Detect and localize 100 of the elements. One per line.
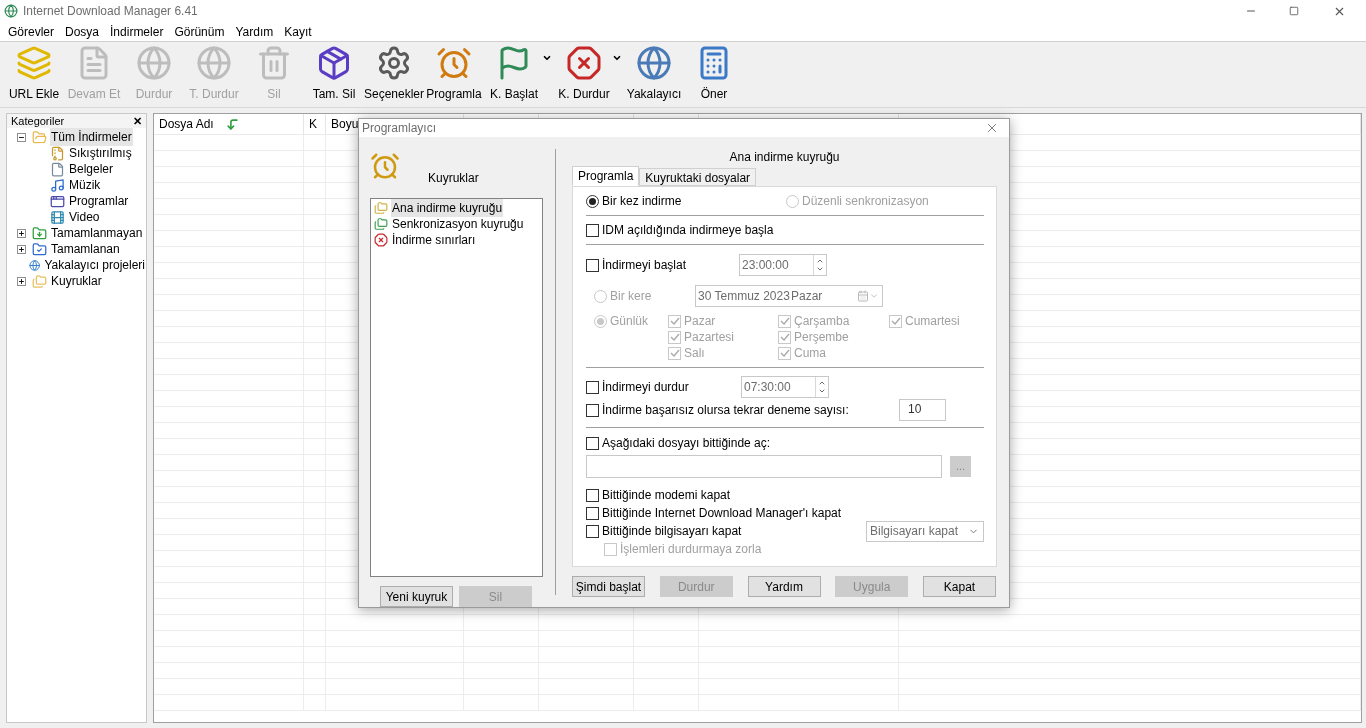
trash-icon xyxy=(256,45,292,81)
film-icon xyxy=(50,209,65,225)
column-header[interactable]: Dosya Adı xyxy=(159,115,214,133)
queue-heading: Ana indirme kuyruğu xyxy=(729,149,840,164)
globe-icon xyxy=(196,45,232,81)
folders-icon xyxy=(374,201,388,215)
archive-icon xyxy=(50,145,65,161)
tree-toggle[interactable] xyxy=(17,228,26,238)
dialog-title: Programlayıcı xyxy=(362,120,437,137)
menu-item[interactable]: Görevler xyxy=(8,22,54,41)
tree-item[interactable]: Tamamlanan xyxy=(50,240,121,258)
folders-icon xyxy=(374,217,388,231)
toolbar-button[interactable]: Programla xyxy=(424,45,484,103)
window-icon xyxy=(50,193,65,209)
toolbar-button[interactable]: URL Ekle xyxy=(4,45,64,103)
queues-heading: Kuyruklar xyxy=(428,170,479,187)
app-logo-icon xyxy=(4,4,18,18)
box-icon xyxy=(316,45,352,81)
checkbox[interactable]: Bittiğinde modemi kapat xyxy=(586,486,731,504)
tree-item[interactable]: Müzik xyxy=(68,176,102,194)
check-mark-icon xyxy=(779,316,790,326)
stacked-sheets-icon xyxy=(16,45,52,81)
check-mark-icon xyxy=(779,348,790,358)
checkbox[interactable]: Bittiğinde bilgisayarı kapat xyxy=(586,522,742,540)
dialog-button[interactable]: Şimdi başlat xyxy=(572,576,645,597)
queue-item[interactable]: İndirme sınırları xyxy=(391,231,477,249)
gear-icon xyxy=(376,45,412,81)
close-icon[interactable] xyxy=(985,121,999,135)
check-mark-icon xyxy=(669,316,680,326)
tree-item[interactable]: Yakalayıcı projeleri xyxy=(43,256,146,274)
plus-icon xyxy=(18,229,25,237)
toolbar-button[interactable]: Tam. Sil xyxy=(304,45,364,103)
radio-button[interactable]: Bir kez indirme xyxy=(586,193,786,209)
tree-item[interactable]: Kuyruklar xyxy=(50,272,103,290)
restore-icon[interactable] xyxy=(1289,6,1299,16)
folders-icon xyxy=(32,273,47,289)
checkbox[interactable]: Aşağıdaki dosyayı bittiğinde aç: xyxy=(586,434,996,452)
column-header[interactable]: Boyu xyxy=(331,115,359,133)
file-path-field[interactable] xyxy=(586,455,942,478)
shutdown-dropdown[interactable]: Bilgisayarı kapat xyxy=(866,520,984,542)
menu-item[interactable]: Kayıt xyxy=(284,22,312,41)
tree-item[interactable]: Tamamlanmayan xyxy=(50,224,144,242)
dialog-button[interactable]: Yardım xyxy=(747,576,821,597)
time-field[interactable]: 23:00:00 xyxy=(739,254,827,276)
toolbar-button[interactable]: Seçenekler xyxy=(364,45,424,103)
tree-toggle[interactable] xyxy=(17,276,26,286)
menu-item[interactable]: Yardım xyxy=(235,22,274,41)
toolbar-button[interactable]: K. Durdur xyxy=(554,45,614,103)
tree-toggle[interactable] xyxy=(17,132,26,142)
time-field[interactable]: 07:30:00 xyxy=(741,376,829,398)
toolbar-button[interactable]: Yakalayıcı xyxy=(624,45,684,103)
tree-toggle[interactable] xyxy=(17,244,26,254)
alarm-clock-icon xyxy=(436,45,472,81)
folder-icon xyxy=(32,225,47,241)
menu-item[interactable]: Dosya xyxy=(65,22,100,41)
sort-arrow-icon[interactable] xyxy=(225,117,239,131)
spin-up-icon[interactable] xyxy=(818,379,826,387)
tree-item[interactable]: Video xyxy=(68,208,101,226)
toolbar-button[interactable]: K. Başlat xyxy=(484,45,544,103)
checkbox[interactable]: İndirmeyi başlat xyxy=(586,256,739,274)
stop-sign-icon xyxy=(374,233,388,247)
queue-item[interactable]: Ana indirme kuyruğu xyxy=(391,199,504,217)
check-mark-icon xyxy=(669,332,680,342)
plus-icon xyxy=(18,277,25,285)
tab[interactable]: Programla xyxy=(572,166,640,186)
checkbox[interactable]: Bittiğinde Internet Download Manager'ı kapat xyxy=(586,504,842,522)
music-note-icon xyxy=(50,177,65,193)
spin-down-icon[interactable] xyxy=(816,265,824,273)
tree-item[interactable]: Tüm İndirmeler xyxy=(50,128,133,146)
checkbox[interactable]: İndirmeyi durdur xyxy=(586,378,741,396)
tree-item[interactable]: Sıkıştırılmış xyxy=(68,144,133,162)
panel-title: Kategoriler xyxy=(11,113,65,129)
caret-icon[interactable] xyxy=(612,53,622,63)
dialog-button[interactable]: Yeni kuyruk xyxy=(380,586,453,607)
caret-icon[interactable] xyxy=(542,53,552,63)
dialog-button[interactable]: Kapat xyxy=(923,576,996,597)
alarm-clock-icon xyxy=(370,151,400,181)
window-title: Internet Download Manager 6.41 xyxy=(23,3,199,20)
plus-icon xyxy=(18,245,25,253)
check-mark-icon xyxy=(890,316,901,326)
globe-icon xyxy=(636,45,672,81)
checkbox[interactable]: IDM açıldığında indirmeye başla xyxy=(586,222,996,238)
checkbox[interactable]: İndirme başarısız olursa tekrar deneme sayısı: xyxy=(586,401,899,419)
toolbar-button[interactable]: Öner xyxy=(684,45,744,103)
check-mark-icon xyxy=(779,332,790,342)
menu-item[interactable]: Görünüm xyxy=(174,22,225,41)
column-header[interactable]: K xyxy=(309,115,317,133)
spin-up-icon[interactable] xyxy=(816,257,824,265)
document-icon xyxy=(50,161,65,177)
close-icon[interactable]: ✕ xyxy=(133,112,142,130)
menu-item[interactable]: İndirmeler xyxy=(110,22,164,41)
retry-count-field[interactable]: 10 xyxy=(899,399,946,421)
tree-item[interactable]: Programlar xyxy=(68,192,130,210)
globe-icon xyxy=(29,257,41,273)
tab[interactable]: Kuyruktaki dosyalar xyxy=(639,168,757,186)
tree-item[interactable]: Belgeler xyxy=(68,160,115,178)
folder-icon xyxy=(32,129,47,145)
folder-icon xyxy=(32,241,47,257)
spin-down-icon[interactable] xyxy=(818,387,826,395)
queue-item[interactable]: Senkronizasyon kuyruğu xyxy=(391,215,525,233)
